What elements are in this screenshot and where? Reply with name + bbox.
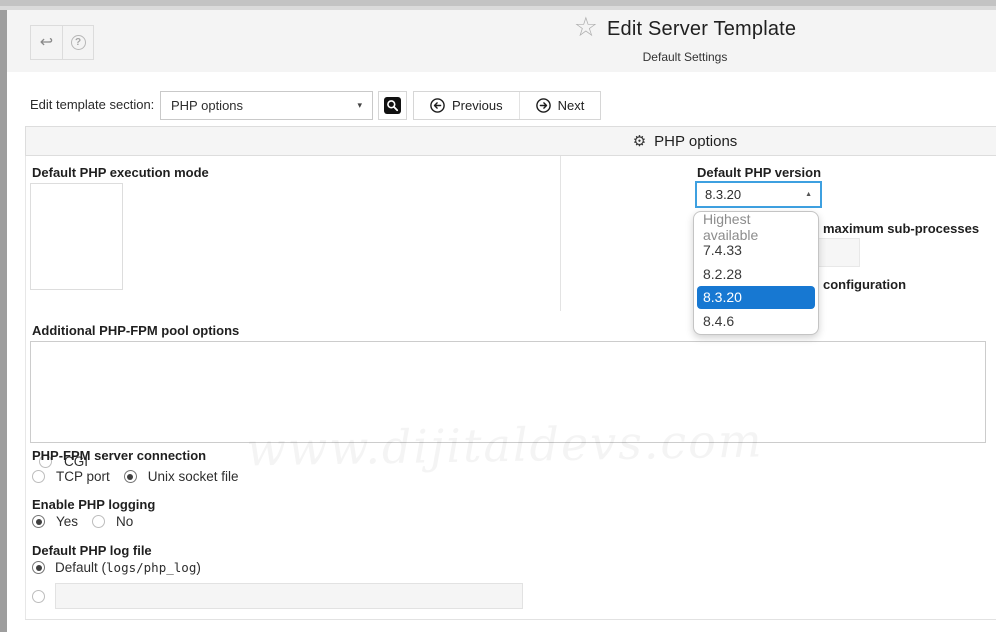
php-version-value: 8.3.20 xyxy=(705,187,805,202)
php-logging-radios: Yes No xyxy=(32,514,133,529)
dropdown-option-846[interactable]: 8.4.6 xyxy=(694,309,818,333)
php-logging-label: Enable PHP logging xyxy=(32,497,155,512)
max-subprocesses-label: maximum sub-processes xyxy=(823,221,979,236)
section-bottom-divider xyxy=(25,619,996,620)
title-block: ☆ Edit Server Template xyxy=(574,17,797,41)
column-divider xyxy=(560,156,561,311)
section-header: ⚙ PHP options xyxy=(25,126,996,156)
exec-mode-label: Default PHP execution mode xyxy=(32,165,209,180)
log-default-text: Default (logs/php_log) xyxy=(55,560,201,575)
exec-mode-box: Disabled FPM FCGI CGI xyxy=(30,183,123,290)
radio-label: Yes xyxy=(56,514,78,529)
php-version-label: Default PHP version xyxy=(697,165,821,180)
document-search-icon xyxy=(383,96,402,115)
template-section-label: Edit template section: xyxy=(30,97,154,112)
radio-circle[interactable] xyxy=(92,515,105,528)
pool-options-label: Additional PHP-FPM pool options xyxy=(32,323,239,338)
radio-log-custom[interactable] xyxy=(32,590,45,603)
php-version-dropdown: Highest available 7.4.33 8.2.28 8.3.20 8… xyxy=(693,211,819,335)
dropdown-option-highest[interactable]: Highest available xyxy=(694,215,818,239)
page-title: Edit Server Template xyxy=(607,18,796,41)
radio-circle[interactable] xyxy=(32,470,45,483)
radio-label: TCP port xyxy=(56,469,110,484)
sidebar-edge xyxy=(0,10,7,632)
favorite-star-icon[interactable]: ☆ xyxy=(574,14,598,41)
radio-unix-socket[interactable]: Unix socket file xyxy=(124,469,239,484)
arrow-left-circle-icon xyxy=(430,98,445,113)
php-version-select[interactable]: 8.3.20 ▲ xyxy=(695,181,822,208)
section-left-border xyxy=(25,156,26,619)
log-path-code: logs/php_log xyxy=(106,560,196,575)
chevron-up-icon: ▲ xyxy=(805,191,812,198)
page-header xyxy=(7,10,996,72)
fpm-connection-label: PHP-FPM server connection xyxy=(32,448,206,463)
page: ↩ ? ☆ Edit Server Template Default Setti… xyxy=(0,0,996,632)
help-icon: ? xyxy=(71,35,86,50)
dropdown-option-8320-selected[interactable]: 8.3.20 xyxy=(697,286,815,310)
radio-logging-yes[interactable]: Yes xyxy=(32,514,78,529)
arrow-right-circle-icon xyxy=(536,98,551,113)
header-button-group: ↩ ? xyxy=(30,25,94,60)
previous-button[interactable]: Previous xyxy=(414,92,519,119)
prev-next-group: Previous Next xyxy=(413,91,601,120)
radio-tcp-port[interactable]: TCP port xyxy=(32,469,110,484)
radio-label: No xyxy=(116,514,133,529)
template-section-select[interactable]: PHP options ▾ xyxy=(160,91,373,120)
help-button[interactable]: ? xyxy=(62,26,93,59)
section-jump-button[interactable] xyxy=(378,91,407,120)
log-file-custom-input[interactable] xyxy=(55,583,523,609)
template-section-value: PHP options xyxy=(171,98,357,113)
fpm-connection-radios: TCP port Unix socket file xyxy=(32,469,239,484)
radio-circle-selected[interactable] xyxy=(124,470,137,483)
section-title: PHP options xyxy=(654,133,737,150)
section-title-block: ⚙ PHP options xyxy=(633,133,738,150)
previous-label: Previous xyxy=(452,98,503,113)
radio-logging-no[interactable]: No xyxy=(92,514,133,529)
dropdown-option-8228[interactable]: 8.2.28 xyxy=(694,262,818,286)
page-subtitle: Default Settings xyxy=(643,50,728,64)
pool-options-textarea[interactable] xyxy=(30,341,986,443)
chevron-down-icon: ▾ xyxy=(357,100,362,111)
radio-circle-selected[interactable] xyxy=(32,515,45,528)
back-arrow-icon: ↩ xyxy=(40,35,53,51)
back-button[interactable]: ↩ xyxy=(31,26,62,59)
gear-icon: ⚙ xyxy=(633,134,646,149)
radio-circle-selected[interactable] xyxy=(32,561,45,574)
next-label: Next xyxy=(558,98,585,113)
next-button[interactable]: Next xyxy=(519,92,601,119)
configuration-label: configuration xyxy=(823,277,906,292)
log-file-label: Default PHP log file xyxy=(32,543,152,558)
radio-label: Unix socket file xyxy=(148,469,239,484)
